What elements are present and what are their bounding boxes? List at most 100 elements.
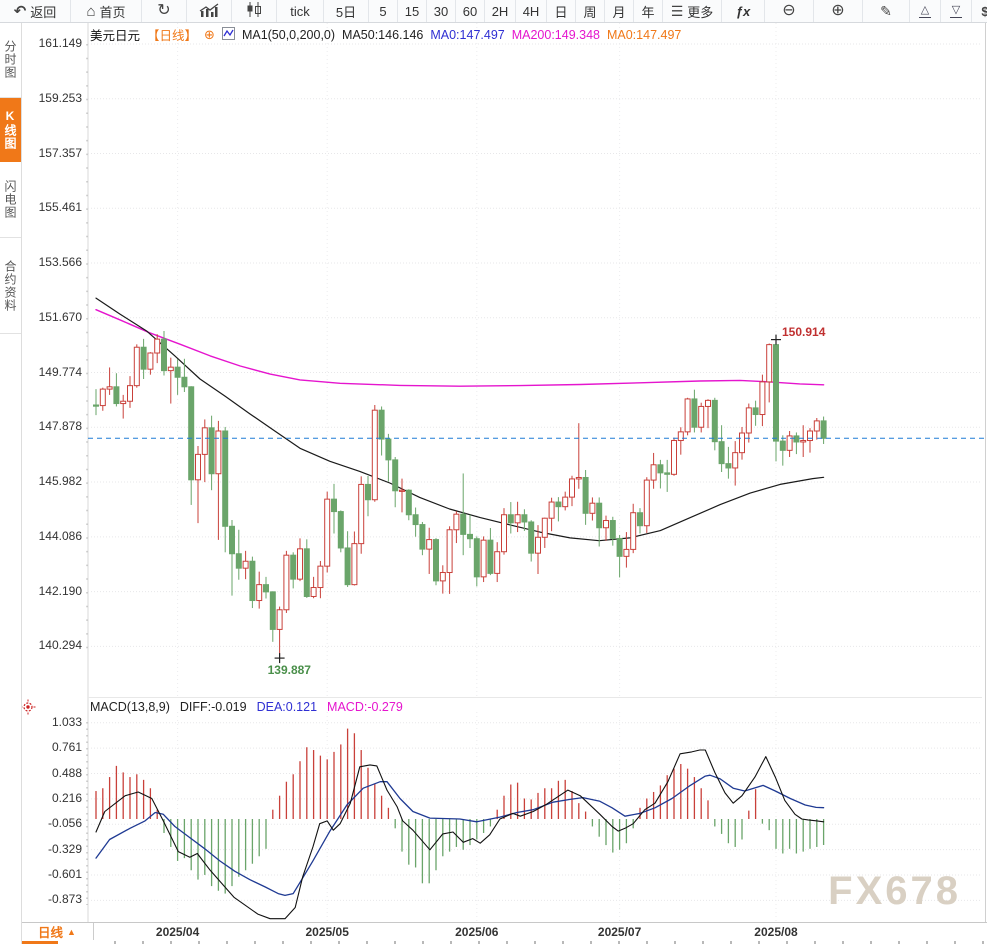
ma200-value: MA200:149.348 xyxy=(512,28,600,42)
period-15-button[interactable]: 15 xyxy=(398,0,427,22)
period-2h-button[interactable]: 2H xyxy=(485,0,516,22)
period-week-button[interactable]: 周 xyxy=(576,0,605,22)
tick-button[interactable]: tick xyxy=(277,0,324,22)
bar-chart-button[interactable] xyxy=(187,0,232,22)
home-button[interactable]: ⌂ 首页 xyxy=(71,0,142,22)
period-day-button[interactable]: 日 xyxy=(547,0,576,22)
x-axis-month-label: 2025/04 xyxy=(143,925,213,939)
y-axis-label: -0.329 xyxy=(22,842,82,856)
period-year-button-label: 年 xyxy=(641,2,654,21)
period-60-button[interactable]: 60 xyxy=(456,0,485,22)
symbol-title: 美元日元 xyxy=(90,25,140,44)
period-selector-arrow-icon: ▲ xyxy=(67,927,76,937)
more-button[interactable]: ☰更多 xyxy=(663,0,722,22)
sidebar-tab-0[interactable]: 分时图 xyxy=(0,22,21,98)
triangle-down-button[interactable]: ▽ xyxy=(941,0,972,22)
y-axis-label: 0.216 xyxy=(22,791,82,805)
indicator-fx-button[interactable]: ƒx xyxy=(722,0,765,22)
zoom-out-icon: ⊖ xyxy=(782,3,795,19)
period-15-button-label: 15 xyxy=(405,4,419,19)
period-5d-button[interactable]: 5日 xyxy=(324,0,369,22)
period-year-button[interactable]: 年 xyxy=(634,0,663,22)
charting-app: ↶返回⌂首页↻tick5日51530602H4H日周月年☰更多ƒx⊖⊕✎△▽$ … xyxy=(0,0,987,944)
ma-indicator-icon[interactable] xyxy=(222,27,235,43)
sidebar-tab-3[interactable]: 合约资料 xyxy=(0,238,21,334)
add-compare-icon[interactable]: ⊕ xyxy=(204,27,215,43)
period-day-button-label: 日 xyxy=(554,2,567,21)
home-button-label: 首页 xyxy=(100,2,126,21)
back-button-label: 返回 xyxy=(30,2,56,21)
period-tag: 【日线】 xyxy=(147,25,197,44)
x-axis-month-label: 2025/05 xyxy=(292,925,362,939)
sidebar-tab-2[interactable]: 闪电图 xyxy=(0,162,21,238)
draw-button[interactable]: ✎ xyxy=(863,0,910,22)
y-axis-label: 155.461 xyxy=(22,200,82,214)
chart-type-sidebar: 分时图K线图闪电图合约资料 xyxy=(0,22,22,944)
more-button-label: 更多 xyxy=(687,2,713,21)
watermark: FX678 xyxy=(828,869,961,914)
dollar-icon: $ xyxy=(981,4,987,19)
period-5d-button-label: 5日 xyxy=(336,2,356,21)
period-30-button[interactable]: 30 xyxy=(427,0,456,22)
macd-value: MACD:-0.279 xyxy=(327,700,403,714)
y-axis-label: 140.294 xyxy=(22,638,82,652)
refresh-icon: ↻ xyxy=(157,3,170,19)
sidebar-tab-1[interactable]: K线图 xyxy=(0,98,21,162)
ma50-value: MA50:146.146 xyxy=(342,28,423,42)
tick-button-label: tick xyxy=(290,4,310,19)
zoom-in-icon: ⊕ xyxy=(831,3,844,19)
candlestick-button[interactable] xyxy=(232,0,277,22)
macd-dea-value: DEA:0.121 xyxy=(257,700,317,714)
indicator-settings-icon[interactable] xyxy=(20,699,36,720)
y-axis-label: 149.774 xyxy=(22,365,82,379)
period-5-button[interactable]: 5 xyxy=(369,0,398,22)
menu-icon: ☰ xyxy=(671,4,684,19)
fx-icon: ƒx xyxy=(736,4,750,19)
home-icon: ⌂ xyxy=(86,4,95,19)
back-button[interactable]: ↶返回 xyxy=(0,0,71,22)
zoom-out-button[interactable]: ⊖ xyxy=(765,0,814,22)
main-chart-header: 美元日元 【日线】 ⊕ MA1(50,0,200,0) MA50:146.146… xyxy=(90,25,681,44)
macd-header: MACD(13,8,9) DIFF:-0.019 DEA:0.121 MACD:… xyxy=(90,700,403,714)
period-30-button-label: 30 xyxy=(434,4,448,19)
y-axis-label: -0.873 xyxy=(22,892,82,906)
time-axis-bar: 日线 ▲ 2025/04 2025/05 2025/06 2025/07 2025/08 xyxy=(0,922,987,944)
low-price-annotation: 139.887 xyxy=(268,663,311,677)
ma0-orange-value: MA0:147.497 xyxy=(607,28,681,42)
x-axis-month-label: 2025/07 xyxy=(585,925,655,939)
period-2h-button-label: 2H xyxy=(492,4,509,19)
triangle-up-button[interactable]: △ xyxy=(910,0,941,22)
top-toolbar: ↶返回 ⌂ 首页 ↻ tick 5日 5 15 30 60 2H 4H 日周月年 ☰更多 ƒx ⊖ ⊕ ✎ △ ▽ $ xyxy=(0,0,987,23)
bar-chart-icon xyxy=(199,3,219,20)
y-axis-label: 0.761 xyxy=(22,740,82,754)
y-axis-label: 151.670 xyxy=(22,310,82,324)
x-axis-month-label: 2025/08 xyxy=(741,925,811,939)
period-month-button-label: 月 xyxy=(612,2,625,21)
triangle-up-icon: △ xyxy=(919,5,931,18)
macd-params-label: MACD(13,8,9) xyxy=(90,700,170,714)
y-axis-label: 147.878 xyxy=(22,419,82,433)
ma0-blue-value: MA0:147.497 xyxy=(430,28,504,42)
y-axis-label: 157.357 xyxy=(22,146,82,160)
x-axis-month-label: 2025/06 xyxy=(442,925,512,939)
refresh-button[interactable]: ↻ xyxy=(142,0,187,22)
period-month-button[interactable]: 月 xyxy=(605,0,634,22)
zoom-in-button[interactable]: ⊕ xyxy=(814,0,863,22)
y-axis-label: 161.149 xyxy=(22,36,82,50)
pencil-icon: ✎ xyxy=(880,4,892,19)
y-axis-label: 159.253 xyxy=(22,91,82,105)
chart-canvas[interactable] xyxy=(0,0,987,944)
macd-diff-value: DIFF:-0.019 xyxy=(180,700,247,714)
period-60-button-label: 60 xyxy=(463,4,477,19)
period-5-button-label: 5 xyxy=(379,4,386,19)
period-selector-label: 日线 xyxy=(38,922,63,941)
y-axis-label: 0.488 xyxy=(22,766,82,780)
dollar-button[interactable]: $ xyxy=(972,0,987,22)
ma-params-label: MA1(50,0,200,0) xyxy=(242,28,335,42)
triangle-down-icon: ▽ xyxy=(950,5,962,18)
period-selector[interactable]: 日线 ▲ xyxy=(20,923,94,940)
back-icon: ↶ xyxy=(14,4,27,19)
period-4h-button-label: 4H xyxy=(523,4,540,19)
period-4h-button[interactable]: 4H xyxy=(516,0,547,22)
high-price-annotation: 150.914 xyxy=(782,325,825,339)
